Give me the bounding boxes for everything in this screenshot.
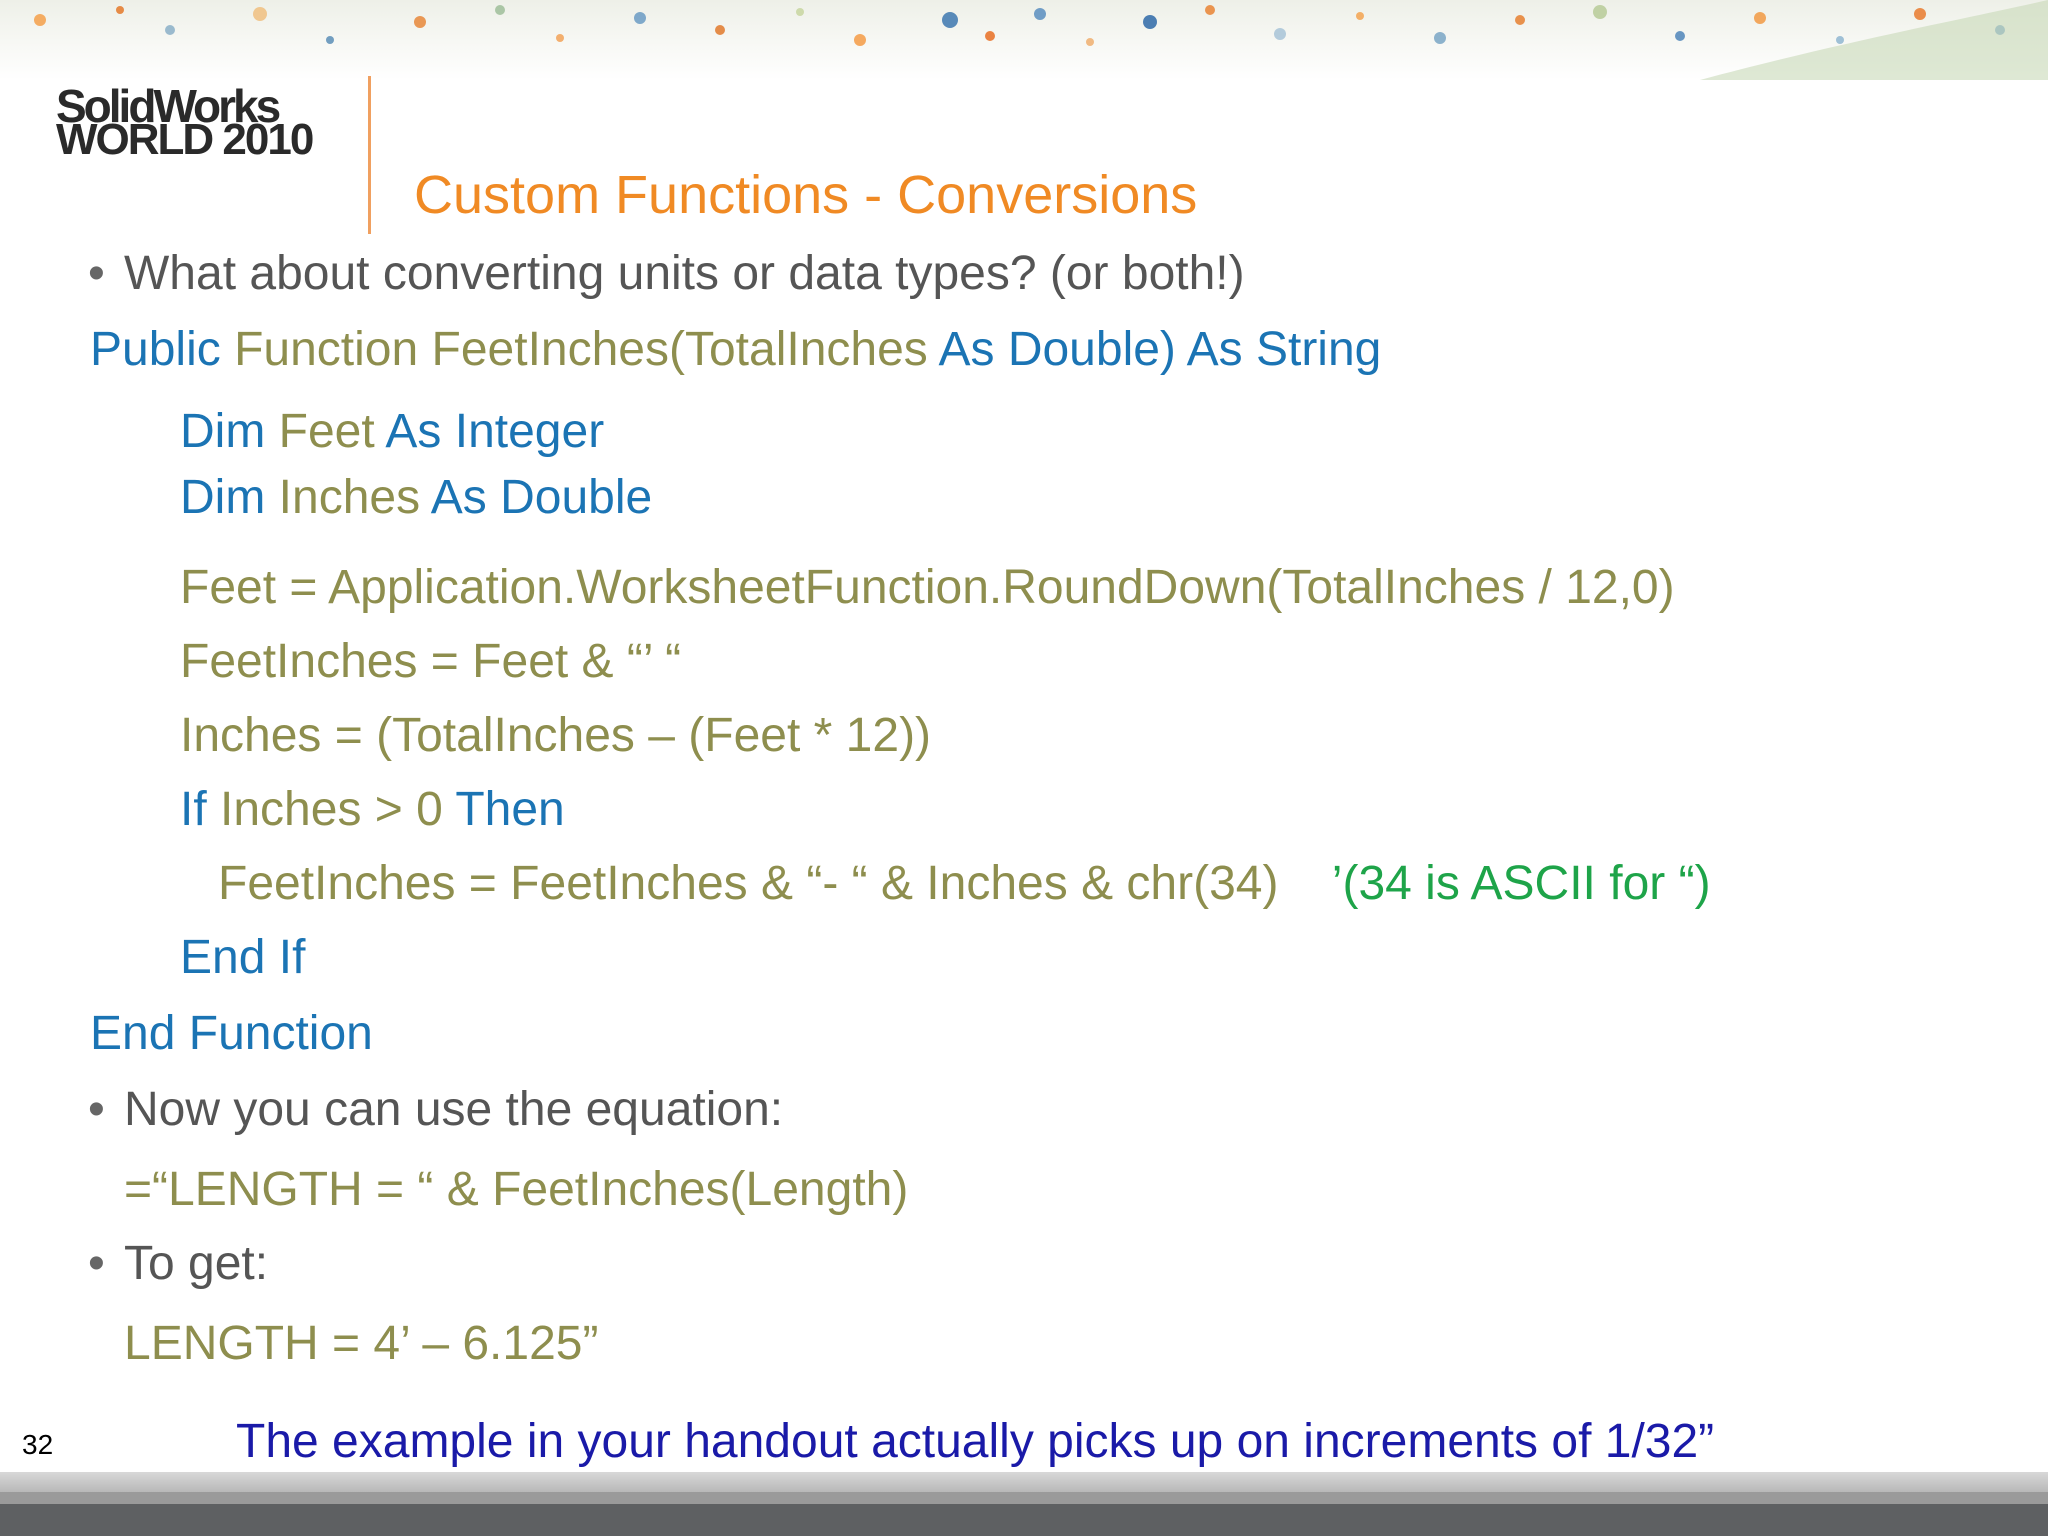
code-keyword: As String — [1186, 323, 1382, 376]
code-keyword: Dim — [180, 471, 266, 524]
code-text: Feet — [278, 405, 375, 458]
code-keyword: Public — [90, 323, 221, 376]
solidworks-world-logo: SolidWorks WORLD 2010 — [56, 83, 356, 164]
code-text: FeetInches = FeetInches & “- “ & Inches … — [218, 857, 1279, 910]
bullet-text: To get: — [124, 1237, 269, 1290]
page-number: 32 — [22, 1429, 54, 1460]
footer-bar — [0, 1504, 2048, 1536]
slide-title: Custom Functions - Conversions — [414, 165, 1198, 225]
code-comment: ’(34 is ASCII for “) — [1331, 857, 1711, 910]
code-text: Function FeetInches(TotalInches — [234, 323, 928, 376]
bullet-text: Now you can use the equation: — [124, 1083, 784, 1136]
code-keyword: Then — [455, 783, 565, 836]
code-line-9: End If — [180, 931, 306, 984]
bullet-item-2: • Now you can use the equation: — [88, 1082, 783, 1137]
logo-line2: WORLD 2010 — [56, 115, 314, 164]
footer-bar — [0, 1472, 2048, 1492]
bullet-icon: • — [88, 1237, 105, 1290]
decorative-banner — [0, 0, 2048, 80]
code-line-5: FeetInches = Feet & “’ “ — [180, 635, 682, 688]
code-line-6: Inches = (TotalInches – (Feet * 12)) — [180, 709, 932, 762]
equation-text: =“LENGTH = “ & FeetInches(Length) — [124, 1163, 909, 1216]
code-keyword: Dim — [180, 405, 266, 458]
code-line-4: Feet = Application.WorksheetFunction.Rou… — [180, 561, 1675, 614]
code-line-1: Public Function FeetInches(TotalInches A… — [90, 322, 1381, 377]
code-text: Inches — [278, 471, 421, 524]
title-divider — [368, 76, 371, 234]
code-text: Inches > 0 — [220, 783, 443, 836]
code-keyword: As Double — [430, 471, 653, 524]
result-text: LENGTH = 4’ – 6.125” — [124, 1317, 599, 1370]
code-line-2: Dim Feet As Integer — [180, 404, 604, 459]
bullet-icon: • — [88, 1083, 105, 1136]
bullet-item-1: • What about converting units or data typ… — [88, 246, 1245, 301]
footer-bar — [0, 1492, 2048, 1504]
code-line-3: Dim Inches As Double — [180, 470, 652, 525]
bullet-item-3: • To get: — [88, 1236, 268, 1291]
code-line-8: FeetInches = FeetInches & “- “ & Inches … — [218, 856, 1711, 911]
code-line-10: End Function — [90, 1007, 373, 1060]
code-keyword: If — [180, 783, 207, 836]
bullet-icon: • — [88, 247, 105, 300]
code-line-7: If Inches > 0 Then — [180, 782, 565, 837]
handout-note: The example in your handout actually pic… — [236, 1415, 1715, 1468]
bullet-text: What about converting units or data type… — [124, 247, 1245, 300]
code-keyword: As Integer — [385, 405, 605, 458]
code-keyword: As Double) — [938, 323, 1176, 376]
